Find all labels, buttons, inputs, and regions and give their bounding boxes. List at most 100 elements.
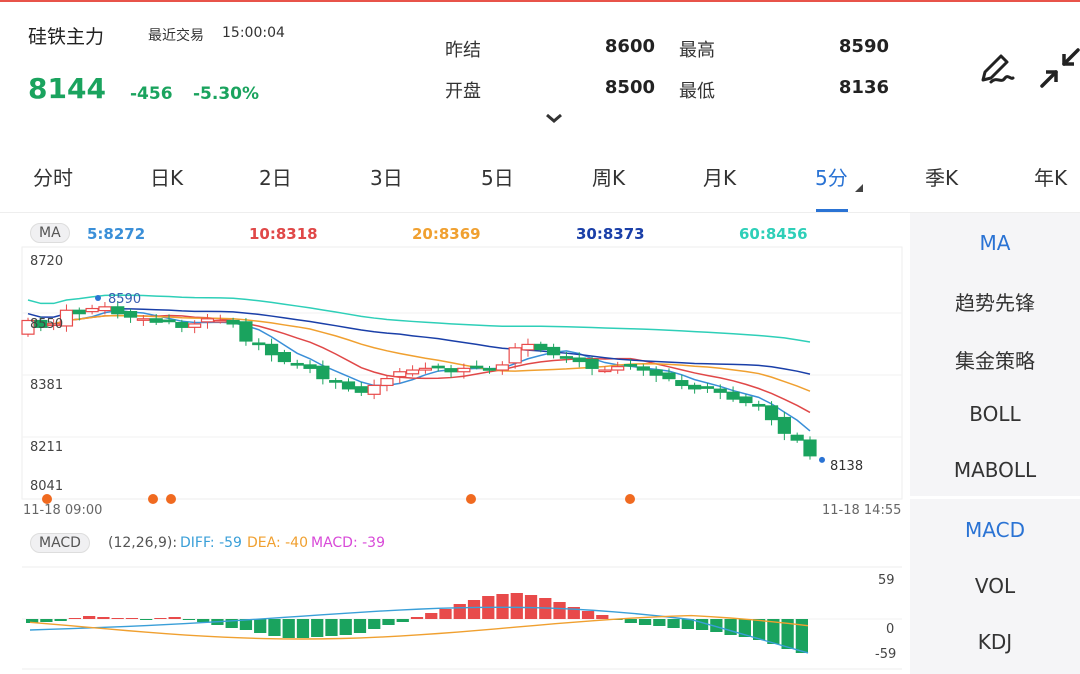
tab-2day[interactable]: 2日 bbox=[259, 162, 292, 212]
candle-body bbox=[534, 343, 548, 351]
high-label: 最高 bbox=[679, 40, 715, 61]
candle-body bbox=[175, 321, 189, 328]
time-axis-start: 11-18 09:00 bbox=[23, 503, 103, 518]
macd-bar bbox=[154, 618, 167, 619]
macd-bar bbox=[111, 618, 124, 619]
price-change: -456 bbox=[130, 84, 173, 104]
candle-body bbox=[777, 416, 791, 434]
side-item-trend-pioneer[interactable]: 趋势先锋 bbox=[910, 287, 1080, 316]
draw-pen-icon[interactable] bbox=[975, 46, 1019, 90]
tab-timeshare[interactable]: 分时 bbox=[33, 162, 73, 212]
macd-bar bbox=[581, 611, 595, 619]
tab-yearly-k[interactable]: 年K bbox=[1034, 162, 1067, 212]
macd-bar bbox=[396, 619, 409, 622]
price-tick: 8381 bbox=[30, 378, 64, 393]
ma60-value: 60:8456 bbox=[739, 225, 808, 243]
trade-time: 15:00:04 bbox=[222, 25, 285, 41]
side-item-maboll[interactable]: MABOLL bbox=[910, 458, 1080, 482]
price-tick-top: 8720 bbox=[30, 254, 64, 269]
candle-body bbox=[739, 396, 753, 404]
ma-indicator-pill[interactable]: MA bbox=[30, 223, 70, 243]
side-item-macd[interactable]: MACD bbox=[910, 518, 1080, 542]
macd-indicator-pill[interactable]: MACD bbox=[30, 533, 90, 553]
candle-body bbox=[521, 343, 535, 351]
candle-body bbox=[470, 365, 484, 369]
ma20-value: 20:8369 bbox=[412, 225, 481, 243]
candle-body bbox=[264, 343, 279, 356]
candle-body bbox=[649, 369, 663, 376]
macd-bar bbox=[268, 619, 281, 636]
macd-bar bbox=[510, 593, 523, 619]
candle-body bbox=[111, 306, 125, 315]
macd-bar bbox=[653, 619, 666, 626]
tab-quarterly-k[interactable]: 季K bbox=[925, 162, 958, 212]
tab-5day[interactable]: 5日 bbox=[481, 162, 514, 212]
candle-body bbox=[764, 405, 779, 421]
candle-body bbox=[713, 388, 727, 393]
kline-chart[interactable] bbox=[0, 245, 905, 674]
tab-5min[interactable]: 5分 bbox=[815, 162, 848, 212]
side-item-gold-strategy[interactable]: 集金策略 bbox=[910, 345, 1080, 374]
ma10-value: 10:8318 bbox=[249, 225, 318, 243]
candle-body bbox=[200, 318, 215, 323]
candle-body bbox=[329, 380, 343, 383]
ma-line-20 bbox=[27, 314, 811, 392]
macd-bar bbox=[125, 618, 139, 619]
side-item-boll[interactable]: BOLL bbox=[910, 402, 1080, 426]
macd-diff: DIFF: -59 bbox=[180, 535, 242, 551]
period-tabs: 分时 日K 2日 3日 5日 周K 月K 5分 季K 年K bbox=[0, 150, 1080, 210]
tab-daily-k[interactable]: 日K bbox=[150, 162, 183, 212]
macd-bar bbox=[353, 619, 367, 633]
macd-bar bbox=[638, 619, 652, 625]
candle-body bbox=[623, 363, 638, 367]
event-marker-dot bbox=[625, 494, 635, 504]
price-tick: 8211 bbox=[30, 440, 64, 455]
ma5-value: 5:8272 bbox=[87, 225, 146, 243]
macd-bar bbox=[425, 613, 438, 619]
candle-body bbox=[123, 311, 138, 318]
low-marker-dot bbox=[819, 456, 825, 463]
macd-bar bbox=[254, 619, 267, 633]
prev-settle-value: 8600 bbox=[604, 36, 655, 57]
sub-indicator-panel: MACD VOL KDJ bbox=[910, 499, 1080, 674]
side-item-vol[interactable]: VOL bbox=[910, 574, 1080, 598]
macd-bar bbox=[496, 594, 509, 619]
macd-bar bbox=[339, 619, 352, 635]
macd-axis-top: 59 bbox=[878, 573, 895, 588]
tab-monthly-k[interactable]: 月K bbox=[703, 162, 736, 212]
expand-chevron-icon[interactable] bbox=[545, 112, 563, 124]
tab-weekly-k[interactable]: 周K bbox=[592, 162, 625, 212]
time-axis-end: 11-18 14:55 bbox=[822, 503, 902, 518]
macd-bar bbox=[68, 618, 82, 619]
collapse-icon[interactable] bbox=[1038, 46, 1080, 90]
candle-body bbox=[598, 369, 612, 373]
candle-body bbox=[98, 306, 112, 312]
event-marker-dot bbox=[148, 494, 158, 504]
candle-body bbox=[277, 352, 291, 363]
candle-body bbox=[380, 377, 394, 387]
macd-bar bbox=[382, 619, 395, 625]
macd-bar bbox=[140, 619, 153, 620]
recent-trade-label: 最近交易 bbox=[148, 28, 204, 44]
macd-bar bbox=[40, 619, 53, 622]
high-marker-dot bbox=[95, 295, 101, 301]
macd-bar bbox=[83, 616, 96, 619]
candle-body bbox=[149, 318, 163, 323]
tab-3day[interactable]: 3日 bbox=[370, 162, 403, 212]
price-tick-bottom: 8041 bbox=[30, 479, 64, 494]
side-item-ma[interactable]: MA bbox=[910, 231, 1080, 255]
main-indicator-panel: MA 趋势先锋 集金策略 BOLL MABOLL bbox=[910, 213, 1080, 496]
side-item-kdj[interactable]: KDJ bbox=[910, 630, 1080, 654]
candle-body bbox=[136, 318, 150, 321]
candle-body bbox=[393, 371, 407, 378]
macd-axis-bottom: -59 bbox=[875, 647, 897, 662]
open-value: 8500 bbox=[604, 77, 655, 98]
candle-body bbox=[611, 366, 625, 371]
macd-bar bbox=[453, 604, 466, 619]
tab-dropdown-caret-icon[interactable] bbox=[855, 184, 863, 192]
macd-bar bbox=[197, 619, 210, 622]
candle-body bbox=[252, 342, 266, 346]
macd-params: (12,26,9): bbox=[108, 535, 178, 551]
kline-frame bbox=[21, 246, 903, 500]
event-marker-dot bbox=[166, 494, 176, 504]
